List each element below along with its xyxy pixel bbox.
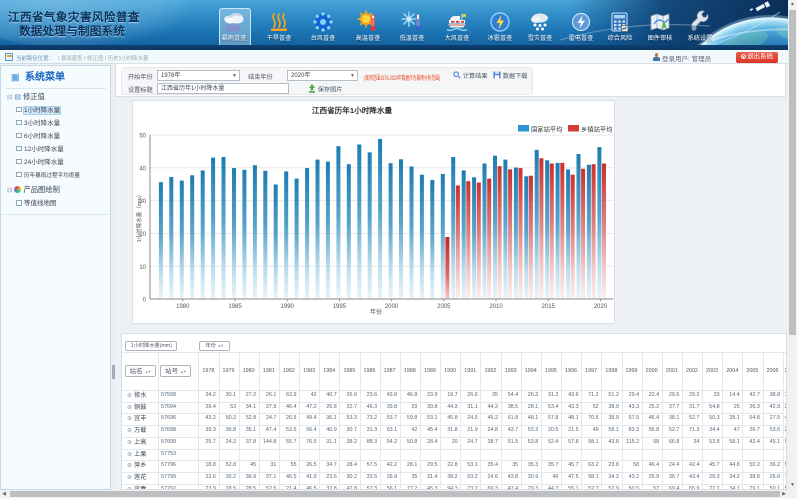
svg-text:40: 40 (139, 166, 146, 172)
svg-text:1990: 1990 (281, 304, 295, 310)
svg-text:50: 50 (139, 134, 146, 140)
svg-text:1小时降水量（mm）: 1小时降水量（mm） (135, 192, 143, 243)
svg-text:国家站平均: 国家站平均 (531, 124, 562, 133)
svg-text:年份: 年份 (370, 308, 382, 316)
svg-text:2010: 2010 (489, 304, 503, 310)
svg-text:10: 10 (139, 265, 146, 271)
svg-text:1980: 1980 (176, 304, 190, 310)
svg-text:乡镇站平均: 乡镇站平均 (581, 124, 612, 133)
svg-text:2020: 2020 (594, 304, 608, 310)
svg-text:0: 0 (143, 298, 147, 304)
svg-text:2015: 2015 (542, 304, 556, 310)
svg-text:2005: 2005 (437, 304, 451, 310)
svg-text:1995: 1995 (333, 304, 347, 310)
svg-text:1985: 1985 (228, 304, 242, 310)
svg-text:江西省历年1小时降水量: 江西省历年1小时降水量 (312, 105, 393, 115)
svg-text:2000: 2000 (385, 304, 399, 310)
